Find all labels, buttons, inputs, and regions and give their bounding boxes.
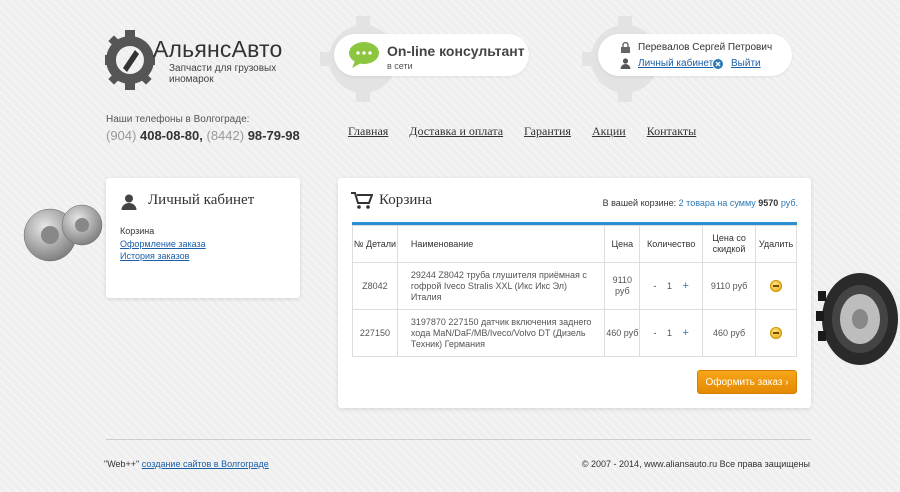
- phone1-code: (904): [106, 128, 137, 143]
- col-header-discount-price: Цена со скидкой: [702, 225, 756, 263]
- consultant-title: On-line консультант: [387, 43, 525, 59]
- nav-item-contacts[interactable]: Контакты: [647, 124, 697, 138]
- footer-prefix: "Web++": [104, 459, 140, 469]
- cart-title: Корзина: [379, 192, 433, 208]
- checkout-link[interactable]: Оформление заказа: [120, 239, 206, 249]
- row-name: 29244 Z8042 труба глушителя приёмная с г…: [396, 262, 606, 310]
- row-delete: [755, 309, 797, 357]
- delete-icon[interactable]: [770, 280, 782, 292]
- cart-panel: Корзина В вашей корзине: 2 товара на сум…: [338, 178, 811, 408]
- brand-name: АльянсАвто: [153, 36, 283, 62]
- phone1-number: 408-08-80,: [139, 128, 203, 143]
- user-icon: [620, 58, 631, 69]
- footer-divider: [106, 439, 811, 440]
- row-name: 3197870 227150 датчик включения заднего …: [396, 309, 606, 357]
- row-price: 9110 руб: [604, 262, 641, 310]
- cart-summary-total: 9570: [758, 198, 779, 208]
- cart-table: № Детали Наименование Цена Количество Це…: [352, 225, 797, 357]
- logo[interactable]: АльянсАвто Запчасти для грузовых иномаро…: [105, 30, 305, 90]
- user-name: Перевалов Сергей Петрович: [638, 42, 773, 53]
- gears-illustration: [23, 204, 103, 262]
- user-icon: [121, 194, 137, 210]
- table-row: Z8042 29244 Z8042 труба глушителя приёмн…: [352, 262, 797, 310]
- cart-summary-count: 2 товара на сумму: [678, 198, 756, 208]
- cabinet-link[interactable]: Личный кабинет: [638, 58, 713, 69]
- order-history-link[interactable]: История заказов: [120, 251, 189, 261]
- user-box: Перевалов Сергей Петрович Личный кабинет…: [598, 34, 792, 76]
- qty-value: 1: [666, 280, 672, 291]
- account-current: Корзина: [120, 226, 155, 236]
- col-header-name: Наименование: [396, 225, 606, 263]
- cart-summary: В вашей корзине: 2 товара на сумму 9570 …: [603, 198, 798, 208]
- qty-plus-button[interactable]: +: [682, 280, 688, 292]
- footer-copyright: © 2007 - 2014, www.aliansauto.ru Все пра…: [581, 459, 810, 469]
- row-number: 227150: [352, 309, 398, 357]
- nav-item-promotions[interactable]: Акции: [592, 124, 626, 138]
- phone2-code: (8442): [206, 128, 245, 143]
- phones-label: Наши телефоны в Волгограде:: [106, 114, 250, 125]
- row-number: Z8042: [352, 262, 398, 310]
- truck-wheel-illustration: [816, 273, 898, 365]
- quantity-stepper: - 1 +: [639, 262, 704, 310]
- qty-minus-button[interactable]: -: [653, 328, 656, 338]
- phones: (904) 408-08-80, (8442) 98-79-98: [106, 128, 300, 143]
- account-links: Корзина Оформление заказа История заказо…: [120, 225, 206, 263]
- phone2-number: 98-79-98: [247, 128, 300, 143]
- brand-tagline: Запчасти для грузовых иномарок: [169, 63, 277, 85]
- col-header-price: Цена: [604, 225, 641, 263]
- lock-icon: [621, 42, 630, 53]
- nav-item-warranty[interactable]: Гарантия: [524, 124, 571, 138]
- table-header-row: № Детали Наименование Цена Количество Це…: [352, 225, 797, 263]
- footer-left: "Web++" создание сайтов в Волгограде: [104, 459, 269, 469]
- checkout-button[interactable]: Оформить заказ ›: [697, 370, 797, 394]
- row-price: 460 руб: [604, 309, 641, 357]
- nav-item-delivery[interactable]: Доставка и оплата: [409, 124, 503, 138]
- account-panel-title: Личный кабинет: [148, 192, 255, 208]
- consultant-status: в сети: [387, 61, 413, 71]
- col-header-number: № Детали: [352, 225, 398, 263]
- online-consultant[interactable]: On-line консультант в сети: [334, 34, 529, 76]
- qty-value: 1: [666, 327, 672, 338]
- cart-summary-prefix: В вашей корзине:: [602, 198, 677, 208]
- cart-summary-currency: руб.: [780, 198, 798, 208]
- logo-gear-icon: [105, 30, 155, 90]
- row-discount-price: 460 руб: [702, 309, 756, 357]
- table-row: 227150 3197870 227150 датчик включения з…: [352, 309, 797, 357]
- footer-dev-link[interactable]: создание сайтов в Волгограде: [142, 459, 269, 469]
- row-discount-price: 9110 руб: [702, 262, 756, 310]
- qty-minus-button[interactable]: -: [653, 281, 656, 291]
- row-delete: [755, 262, 797, 310]
- quantity-stepper: - 1 +: [639, 309, 704, 357]
- nav-item-home[interactable]: Главная: [348, 124, 388, 138]
- col-header-delete: Удалить: [755, 225, 797, 263]
- delete-icon[interactable]: [770, 327, 782, 339]
- account-panel: Личный кабинет Корзина Оформление заказа…: [106, 178, 300, 298]
- logout-icon: [713, 59, 723, 69]
- main-nav: Главная Доставка и оплата Гарантия Акции…: [348, 124, 714, 139]
- chat-bubble-icon: [349, 42, 379, 68]
- shopping-cart-icon: [351, 192, 373, 209]
- logout-link[interactable]: Выйти: [731, 58, 761, 69]
- col-header-quantity: Количество: [639, 225, 704, 263]
- qty-plus-button[interactable]: +: [682, 327, 688, 339]
